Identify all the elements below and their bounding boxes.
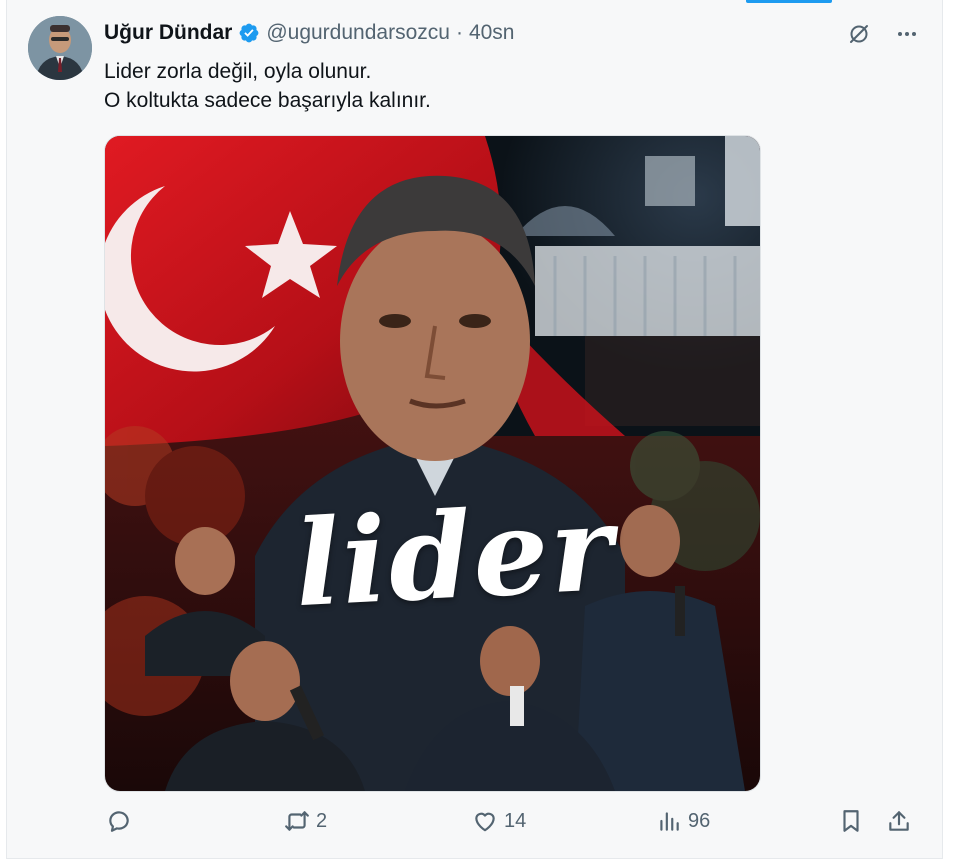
bookmark-button[interactable]: [838, 808, 864, 834]
more-icon[interactable]: [893, 20, 921, 48]
tweet-text: Lider zorla değil, oyla olunur. O koltuk…: [104, 57, 904, 115]
media-image: [105, 136, 760, 791]
verified-badge-icon: [238, 22, 260, 44]
header-actions: [845, 20, 921, 48]
reply-icon: [109, 811, 129, 832]
views-button[interactable]: 96: [656, 808, 710, 834]
like-icon: [475, 812, 495, 832]
tweet-header: Uğur Dündar @ugurdundarsozcu · 40sn: [104, 20, 514, 46]
views-icon: [660, 812, 679, 831]
author-name[interactable]: Uğur Dündar: [104, 21, 232, 45]
retweet-button[interactable]: 2: [284, 808, 327, 834]
author-avatar[interactable]: [28, 16, 92, 80]
share-button[interactable]: [886, 808, 912, 834]
separator-dot: ·: [455, 21, 463, 44]
tweet-text-line-1: Lider zorla değil, oyla olunur.: [104, 60, 372, 83]
tweet-media[interactable]: lider: [104, 135, 761, 792]
tweet-actions: 2 14 96: [104, 808, 914, 844]
reply-button[interactable]: [106, 808, 138, 834]
share-icon: [889, 811, 909, 831]
media-overlay-text: lider: [291, 477, 618, 634]
tweet-timestamp[interactable]: 40sn: [469, 21, 515, 45]
bookmark-icon: [843, 810, 859, 832]
grok-icon[interactable]: [845, 20, 873, 48]
tweet-text-line-2: O koltukta sadece başarıyla kalınır.: [104, 89, 431, 112]
avatar-image: [28, 16, 92, 80]
author-handle[interactable]: @ugurdundarsozcu: [266, 21, 450, 45]
like-count: 14: [504, 809, 527, 832]
like-button[interactable]: 14: [472, 808, 526, 834]
retweet-count: 2: [316, 809, 328, 832]
views-count: 96: [688, 809, 711, 832]
tab-indicator: [746, 0, 832, 3]
retweet-icon: [285, 811, 309, 831]
